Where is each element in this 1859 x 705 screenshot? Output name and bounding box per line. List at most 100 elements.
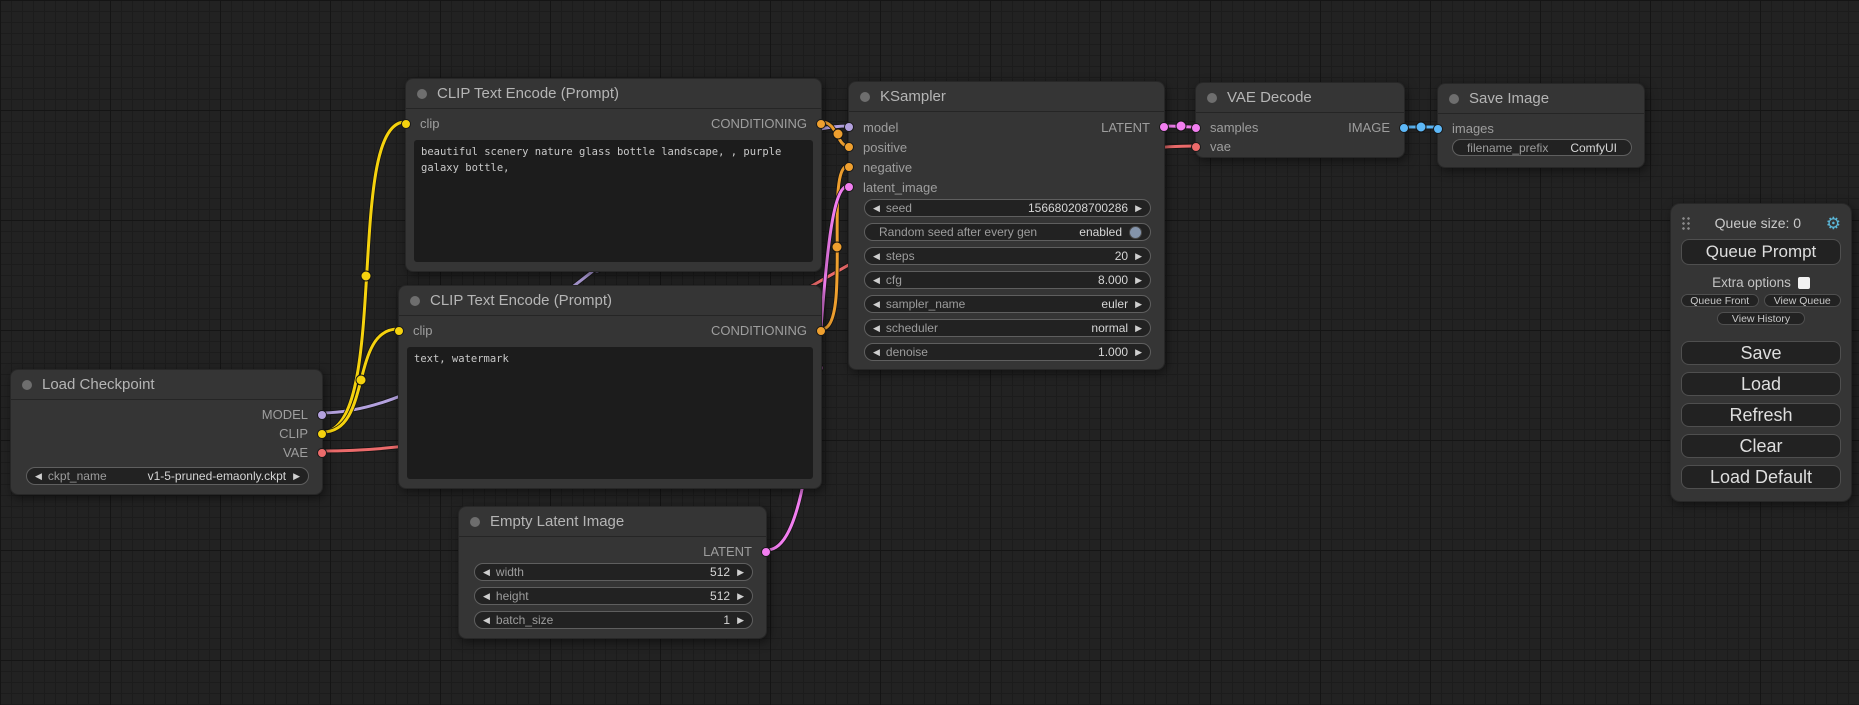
clip-input-pin[interactable] [401,119,411,129]
collapse-dot-icon[interactable] [1207,93,1217,103]
widget-ckpt-name[interactable]: ◀ ckpt_name v1-5-pruned-emaonly.ckpt ▶ [26,467,309,485]
node-ksampler[interactable]: KSampler model LATENT positive negative … [848,81,1165,370]
conditioning-output-pin[interactable] [816,119,826,129]
node-title: Empty Latent Image [490,513,624,530]
positive-input-pin[interactable] [844,142,854,152]
increment-arrow-icon[interactable]: ▶ [1135,276,1142,285]
collapse-dot-icon[interactable] [1449,94,1459,104]
extra-options-checkbox[interactable] [1798,277,1810,289]
prompt-text-area[interactable]: text, watermark [407,347,813,479]
increment-arrow-icon[interactable]: ▶ [1135,252,1142,261]
decrement-arrow-icon[interactable]: ◀ [483,568,490,577]
queue-panel[interactable]: Queue size: 0 ⚙ Queue Prompt Extra optio… [1670,203,1852,502]
drag-handle-icon[interactable] [1681,216,1690,231]
output-slot-vae: VAE [11,443,322,462]
node-vae-decode[interactable]: VAE Decode samples IMAGE vae [1195,82,1405,158]
widget-label: Random seed after every gen [879,225,1037,239]
node-title-bar[interactable]: CLIP Text Encode (Prompt) [399,286,821,316]
images-input-pin[interactable] [1433,124,1443,134]
node-title-bar[interactable]: CLIP Text Encode (Prompt) [406,79,821,109]
widget-value: 512 [710,589,730,603]
samples-input-pin[interactable] [1191,123,1201,133]
node-save-image[interactable]: Save Image images filename_prefix ComfyU… [1437,83,1645,168]
decrement-arrow-icon[interactable]: ◀ [873,348,880,357]
widget-batch-size[interactable]: ◀ batch_size 1 ▶ [474,611,753,629]
decrement-arrow-icon[interactable]: ◀ [873,300,880,309]
clip-output-pin[interactable] [317,429,327,439]
collapse-dot-icon[interactable] [470,517,480,527]
clear-button[interactable]: Clear [1681,434,1841,458]
collapse-dot-icon[interactable] [860,92,870,102]
latent-image-input-pin[interactable] [844,182,854,192]
queue-prompt-button[interactable]: Queue Prompt [1681,239,1841,265]
save-button[interactable]: Save [1681,341,1841,365]
node-clip-text-encode-positive[interactable]: CLIP Text Encode (Prompt) clip CONDITION… [405,78,822,272]
increment-arrow-icon[interactable]: ▶ [737,616,744,625]
vae-input-pin[interactable] [1191,142,1201,152]
link-clip-to-positive-wire[interactable] [323,122,405,432]
decrement-arrow-icon[interactable]: ◀ [873,276,880,285]
view-history-button[interactable]: View History [1717,312,1805,325]
collapse-dot-icon[interactable] [410,296,420,306]
decrement-arrow-icon[interactable]: ◀ [483,616,490,625]
load-button[interactable]: Load [1681,372,1841,396]
widget-seed[interactable]: ◀ seed 156680208700286 ▶ [864,199,1151,217]
slot-label: clip [420,116,440,131]
increment-arrow-icon[interactable]: ▶ [1135,348,1142,357]
prompt-text-area[interactable]: beautiful scenery nature glass bottle la… [414,140,813,262]
node-title-bar[interactable]: KSampler [849,82,1164,112]
load-default-button[interactable]: Load Default [1681,465,1841,489]
collapse-dot-icon[interactable] [22,380,32,390]
widget-width[interactable]: ◀ width 512 ▶ [474,563,753,581]
widget-cfg[interactable]: ◀ cfg 8.000 ▶ [864,271,1151,289]
slot-label: clip [413,323,433,338]
node-load-checkpoint[interactable]: Load Checkpoint MODEL CLIP VAE ◀ ckpt_na… [10,369,323,495]
vae-output-pin[interactable] [317,448,327,458]
increment-arrow-icon[interactable]: ▶ [737,568,744,577]
node-title-bar[interactable]: Empty Latent Image [459,507,766,537]
comfyui-node-graph-canvas[interactable]: { "colors": { "model": "#b3a1de", "clip"… [0,0,1859,705]
widget-height[interactable]: ◀ height 512 ▶ [474,587,753,605]
decrement-arrow-icon[interactable]: ◀ [873,204,880,213]
widget-value: ComfyUI [1570,141,1617,155]
widget-scheduler[interactable]: ◀ scheduler normal ▶ [864,319,1151,337]
increment-arrow-icon[interactable]: ▶ [293,472,300,481]
increment-arrow-icon[interactable]: ▶ [1135,300,1142,309]
widget-value: normal [1091,321,1128,335]
slot-label: CONDITIONING [711,116,807,131]
widget-steps[interactable]: ◀ steps 20 ▶ [864,247,1151,265]
decrement-arrow-icon[interactable]: ◀ [35,472,42,481]
node-clip-text-encode-negative[interactable]: CLIP Text Encode (Prompt) clip CONDITION… [398,285,822,489]
gear-icon[interactable]: ⚙ [1826,215,1841,232]
image-output-pin[interactable] [1399,123,1409,133]
widget-random-seed-toggle[interactable]: Random seed after every gen enabled [864,223,1151,241]
widget-value: 8.000 [1098,273,1128,287]
widget-sampler-name[interactable]: ◀ sampler_name euler ▶ [864,295,1151,313]
negative-input-pin[interactable] [844,162,854,172]
widget-filename-prefix[interactable]: filename_prefix ComfyUI [1452,139,1632,156]
latent-output-pin[interactable] [761,547,771,557]
model-output-pin[interactable] [317,410,327,420]
node-empty-latent-image[interactable]: Empty Latent Image LATENT ◀ width 512 ▶ … [458,506,767,639]
increment-arrow-icon[interactable]: ▶ [737,592,744,601]
toggle-indicator[interactable] [1129,226,1142,239]
queue-front-button[interactable]: Queue Front [1681,294,1759,307]
increment-arrow-icon[interactable]: ▶ [1135,204,1142,213]
conditioning-output-pin[interactable] [816,326,826,336]
node-title-bar[interactable]: VAE Decode [1196,83,1404,113]
view-queue-button[interactable]: View Queue [1764,294,1842,307]
decrement-arrow-icon[interactable]: ◀ [873,324,880,333]
latent-output-pin[interactable] [1159,122,1169,132]
increment-arrow-icon[interactable]: ▶ [1135,324,1142,333]
node-title: CLIP Text Encode (Prompt) [437,85,619,102]
refresh-button[interactable]: Refresh [1681,403,1841,427]
decrement-arrow-icon[interactable]: ◀ [483,592,490,601]
node-title-bar[interactable]: Save Image [1438,84,1644,114]
decrement-arrow-icon[interactable]: ◀ [873,252,880,261]
model-input-pin[interactable] [844,122,854,132]
queue-size-label: Queue size: 0 [1690,215,1826,231]
widget-denoise[interactable]: ◀ denoise 1.000 ▶ [864,343,1151,361]
collapse-dot-icon[interactable] [417,89,427,99]
clip-input-pin[interactable] [394,326,404,336]
node-title-bar[interactable]: Load Checkpoint [11,370,322,400]
